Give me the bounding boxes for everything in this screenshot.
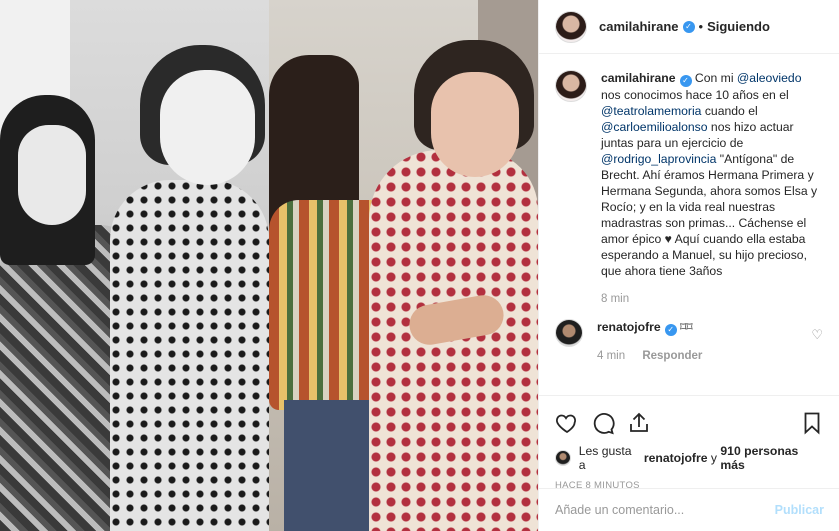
- comment-icon[interactable]: [591, 411, 615, 435]
- caption: camilahirane ✓ Con mi @aleoviedo nos cono…: [555, 70, 823, 307]
- verified-badge-icon: ✓: [664, 324, 677, 336]
- comment-time[interactable]: 4 min: [597, 350, 625, 362]
- header-username[interactable]: camilahirane: [599, 19, 679, 34]
- verified-badge-icon: ✓: [679, 75, 692, 87]
- post-image[interactable]: [0, 0, 538, 531]
- share-icon[interactable]: [627, 411, 651, 435]
- commenter-avatar[interactable]: [555, 319, 583, 347]
- avatar[interactable]: [555, 10, 587, 43]
- comment-input[interactable]: [555, 503, 775, 517]
- caption-body: camilahirane ✓ Con mi @aleoviedo nos cono…: [601, 70, 823, 307]
- commenter-username[interactable]: renatojofre: [597, 320, 661, 334]
- comments-list[interactable]: camilahirane ✓ Con mi @aleoviedo nos cono…: [539, 54, 839, 395]
- likes-middle: y: [710, 451, 718, 465]
- action-bar: Les gusta a renatojofre y 910 personas m…: [539, 395, 839, 491]
- mention-link[interactable]: @teatrolamemoria: [601, 104, 701, 118]
- comment-body: renatojofre ✓ ⌑⌑ 4 min Responder: [597, 319, 811, 364]
- likes-prefix: Les gusta a: [578, 444, 632, 472]
- caption-username[interactable]: camilahirane: [601, 71, 676, 85]
- comment-meta: 4 min Responder: [597, 348, 811, 364]
- caption-text: Con mi: [691, 71, 737, 85]
- caption-text: nos conocimos hace 10 años en el: [601, 88, 789, 102]
- comment-text: ⌑⌑: [680, 320, 693, 334]
- caption-text: cuando el: [701, 104, 758, 118]
- woman-left-face: [18, 125, 86, 225]
- comment-like-heart-icon[interactable]: ♡: [811, 327, 823, 343]
- verified-badge-icon: ✓: [682, 20, 695, 33]
- mention-link[interactable]: @aleoviedo: [737, 71, 802, 85]
- caption-meta: 8 min: [601, 291, 823, 307]
- likes-count[interactable]: 910 personas más: [720, 444, 824, 472]
- liker-avatar[interactable]: [555, 450, 571, 466]
- separator-dot: •: [698, 19, 704, 34]
- post-header: camilahirane ✓ • Siguiendo: [539, 0, 839, 54]
- post-comment-button[interactable]: Publicar: [775, 503, 824, 517]
- bookmark-icon[interactable]: [800, 411, 824, 435]
- action-row: [555, 404, 824, 442]
- mention-link[interactable]: @rodrigo_laprovincia: [601, 152, 716, 166]
- caption-avatar[interactable]: [555, 70, 587, 102]
- liker-username[interactable]: renatojofre: [644, 451, 708, 465]
- mention-link[interactable]: @carloemilioalonso: [601, 120, 708, 134]
- photo-color-half: [269, 0, 538, 531]
- caption-time[interactable]: 8 min: [601, 293, 629, 305]
- caption-text: "Antígona" de Brecht. Ahí éramos Hermana…: [601, 152, 818, 278]
- comment-item: renatojofre ✓ ⌑⌑ 4 min Responder ♡: [555, 319, 823, 364]
- reply-button[interactable]: Responder: [642, 350, 702, 362]
- woman-right-body: [110, 180, 269, 531]
- photo-bw-half: [0, 0, 269, 531]
- heart-icon[interactable]: [555, 411, 579, 435]
- post-side-panel: camilahirane ✓ • Siguiendo camilahirane ✓…: [538, 0, 839, 531]
- likes-summary: Les gusta a renatojofre y 910 personas m…: [555, 444, 824, 472]
- woman-right-face: [160, 70, 255, 185]
- following-button[interactable]: Siguiendo: [707, 19, 770, 34]
- woman-right-face-color: [431, 72, 519, 177]
- add-comment-bar: Publicar: [539, 488, 839, 531]
